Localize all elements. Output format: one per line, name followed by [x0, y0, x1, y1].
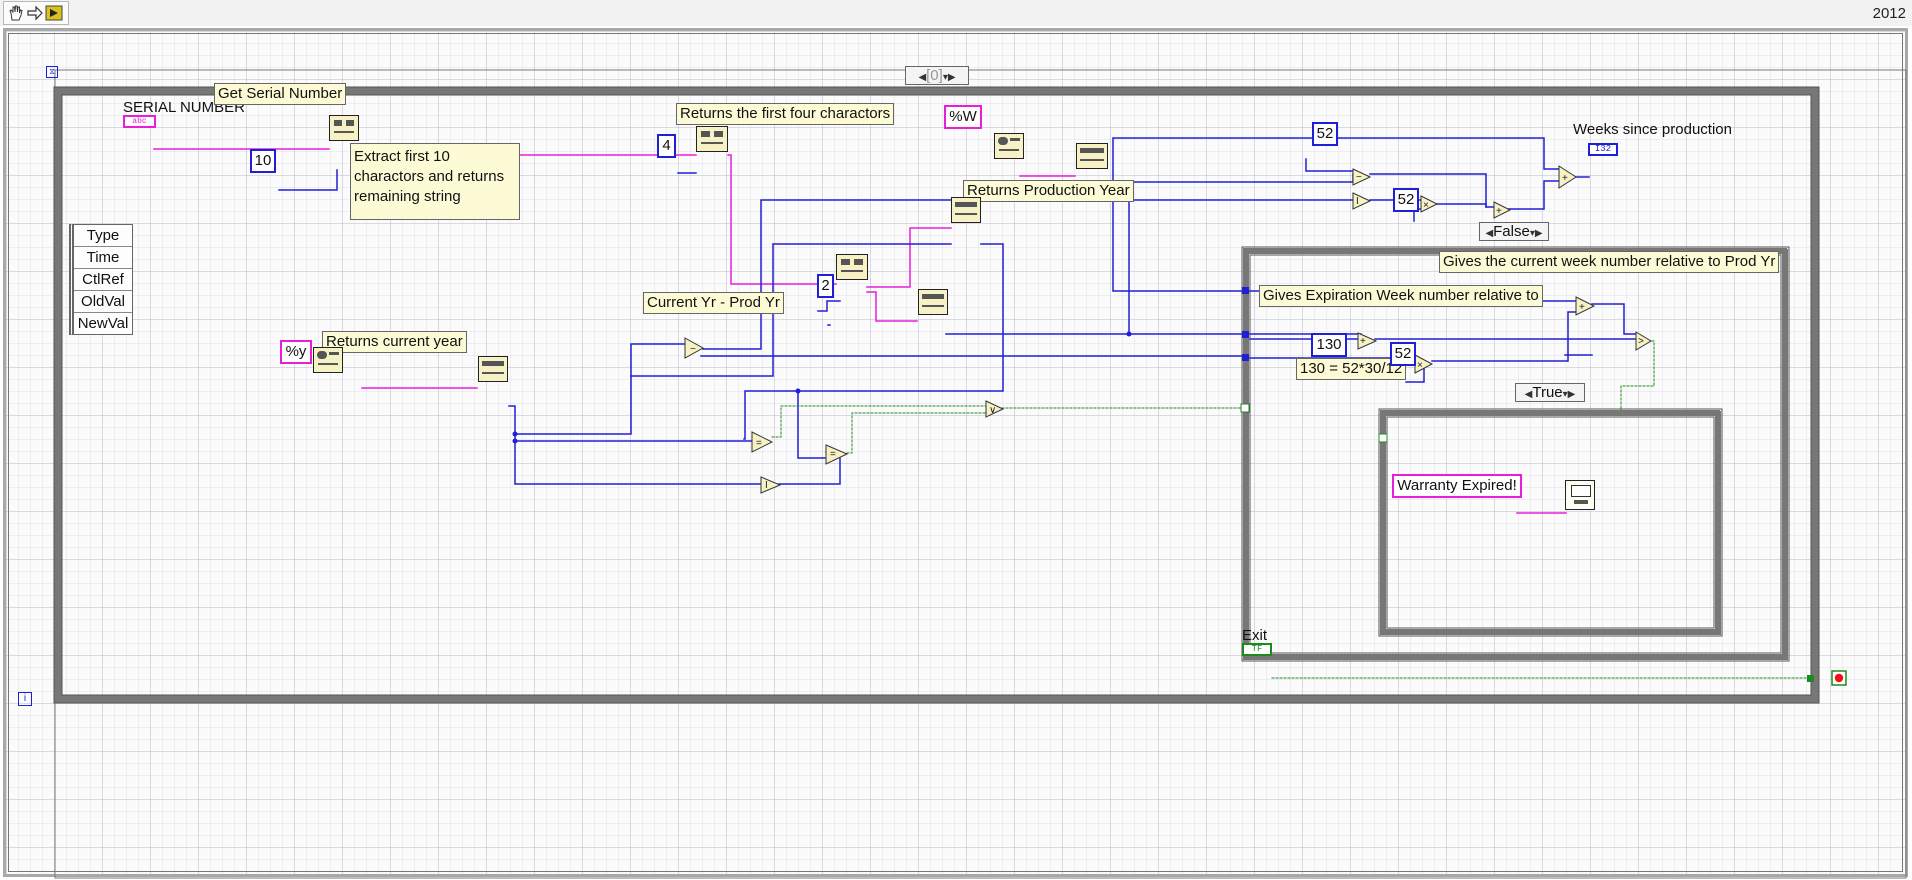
decimal-string-to-number-node[interactable] — [951, 197, 981, 223]
first-four-subset-node[interactable] — [696, 126, 728, 152]
wires-layer: − = = I ∨ − I × + + + × + > — [53, 69, 1907, 879]
tool-group — [3, 1, 69, 25]
event-field-newval[interactable]: NewVal — [74, 313, 132, 334]
wire-junctions — [512, 186, 1132, 444]
version-label: 2012 — [1872, 5, 1906, 22]
decimal-string-to-number-node-3[interactable] — [1076, 143, 1108, 169]
svg-text:+: + — [1562, 173, 1568, 184]
svg-text:×: × — [1423, 200, 1429, 211]
constant-52-expiry[interactable]: 52 — [1390, 342, 1416, 366]
hand-tool-icon[interactable] — [7, 4, 25, 22]
svg-text:>: > — [1638, 336, 1644, 347]
svg-text:=: = — [830, 449, 836, 460]
event-field-type[interactable]: Type — [74, 225, 132, 247]
case-selector-false[interactable]: ◀False▾▶ — [1479, 222, 1549, 241]
comment-current-year: Returns current year — [322, 331, 467, 353]
comment-expiration-week: Gives Expiration Week number relative to — [1259, 285, 1543, 307]
decimal-string-to-number-node-2[interactable] — [918, 289, 948, 315]
string-constant-week-format[interactable]: %W — [944, 105, 982, 129]
svg-text:−: − — [690, 344, 696, 355]
event-data-node[interactable]: Type Time CtlRef OldVal NewVal — [69, 224, 133, 335]
toolbar: 2012 — [0, 0, 1912, 26]
svg-text:=: = — [756, 438, 762, 449]
string-subset-node[interactable] — [329, 115, 359, 141]
comment-current-week: Gives the current week number relative t… — [1439, 251, 1780, 273]
case-structure-false-border — [1243, 248, 1788, 660]
weeks-since-production-indicator[interactable]: I32 — [1588, 143, 1618, 156]
format-date-time-node-week[interactable] — [994, 133, 1024, 159]
comment-current-minus-prod: Current Yr - Prod Yr — [643, 292, 784, 314]
svg-text:+: + — [1579, 302, 1585, 313]
constant-52-multiply[interactable]: 52 — [1393, 188, 1419, 212]
iteration-terminal: i — [18, 692, 32, 706]
svg-text:+: + — [1360, 336, 1366, 347]
serial-number-terminal[interactable]: abc — [123, 115, 156, 128]
boolean-tunnel-inner — [1378, 433, 1388, 443]
svg-text:I: I — [765, 480, 768, 491]
event-field-ctlref[interactable]: CtlRef — [74, 269, 132, 291]
format-date-time-node-year[interactable] — [313, 347, 343, 373]
stop-terminal — [1831, 670, 1847, 686]
comment-get-serial: Get Serial Number — [214, 83, 347, 105]
decimal-string-to-number-node-4[interactable] — [478, 356, 508, 382]
highlight-execution-icon[interactable] — [45, 4, 63, 22]
event-field-time[interactable]: Time — [74, 247, 132, 269]
one-button-dialog-node[interactable] — [1565, 480, 1595, 510]
sequence-selector[interactable]: ◀[0]▾▶ — [905, 66, 969, 85]
svg-text:I: I — [1356, 196, 1359, 207]
primitives — [684, 165, 1652, 494]
boolean-tunnel — [1240, 403, 1250, 413]
string-constant-warranty-expired[interactable]: Warranty Expired! — [1392, 474, 1522, 498]
svg-text:+: + — [1496, 206, 1502, 217]
last-two-subset-node[interactable] — [836, 254, 868, 280]
comment-production-year: Returns Production Year — [963, 180, 1134, 202]
comment-extract: Extract first 10 charactors and returns … — [350, 143, 520, 220]
constant-10[interactable]: 10 — [250, 149, 276, 173]
loop-condition-tunnel — [1807, 675, 1814, 682]
svg-text:−: − — [1356, 172, 1362, 183]
svg-text:∨: ∨ — [989, 405, 996, 416]
weeks-since-production-label: Weeks since production — [1573, 121, 1732, 138]
loop-count-icon: ⧖ — [46, 66, 58, 78]
exit-terminal[interactable]: TF — [1242, 643, 1272, 656]
case-selector-true[interactable]: ◀True▾▶ — [1515, 383, 1585, 402]
case-structure-true-border — [1380, 410, 1721, 635]
arrow-tool-icon[interactable] — [26, 4, 44, 22]
svg-text:×: × — [1417, 360, 1423, 371]
comment-first-four: Returns the first four charactors — [676, 103, 895, 125]
constant-52-top[interactable]: 52 — [1312, 122, 1338, 146]
constant-130[interactable]: 130 — [1311, 333, 1347, 357]
constant-2[interactable]: 2 — [817, 274, 834, 298]
block-diagram[interactable]: − = = I ∨ − I × + + + × + > i ⧖ ◀[0]▾▶ ◀… — [3, 28, 1908, 879]
string-constant-year-format[interactable]: %y — [280, 340, 312, 364]
exit-label: Exit — [1242, 627, 1268, 644]
constant-4[interactable]: 4 — [657, 134, 676, 158]
event-field-oldval[interactable]: OldVal — [74, 291, 132, 313]
